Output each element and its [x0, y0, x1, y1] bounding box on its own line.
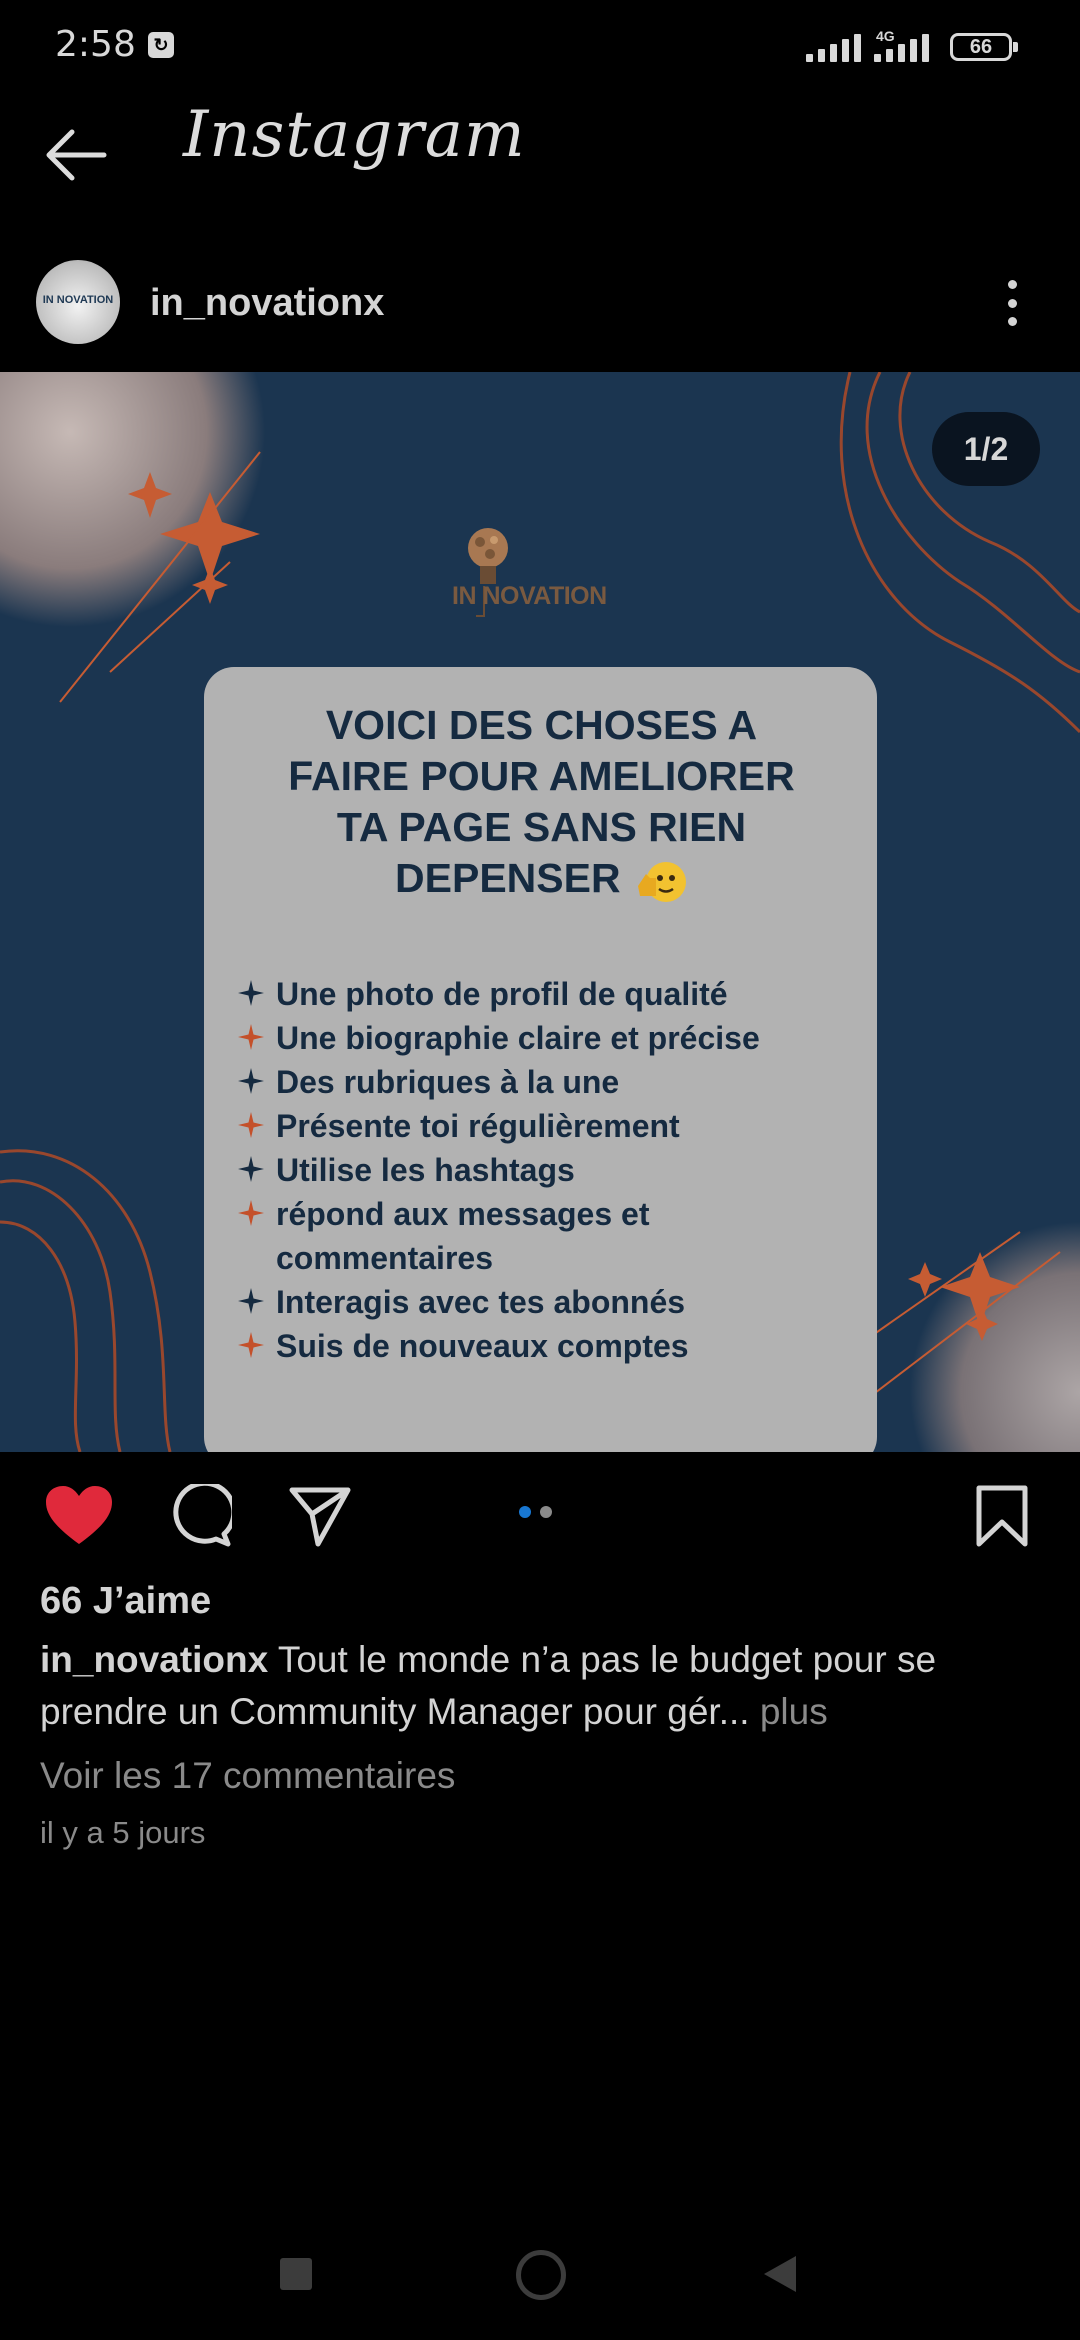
comment-icon — [173, 1480, 237, 1547]
star-bullet-icon — [226, 1148, 276, 1182]
post-date: il y a 5 jours — [40, 1815, 206, 1850]
post-username[interactable]: in_novationx — [150, 282, 384, 325]
recent-apps-button[interactable] — [280, 2258, 312, 2290]
share-button[interactable] — [288, 1484, 352, 1553]
more-options-icon[interactable] — [1006, 280, 1018, 326]
heart-icon — [46, 1486, 112, 1544]
share-icon — [289, 1487, 351, 1547]
tip-text: Interagis avec tes abonnés — [276, 1284, 686, 1320]
star-bullet-icon — [226, 1060, 276, 1094]
star-bullet-icon — [226, 1104, 276, 1138]
signal-icon — [806, 32, 861, 62]
star-bullet-icon — [226, 1192, 276, 1226]
tip-item: Interagis avec tes abonnés — [226, 1280, 856, 1324]
lightbulb-icon — [468, 528, 508, 617]
star-bullet-icon — [226, 972, 276, 1006]
carousel-counter: 1/2 — [932, 412, 1040, 486]
thumbs-up-emoji-icon — [632, 856, 688, 906]
card-title-line: FAIRE POUR AMELIORER — [288, 753, 795, 799]
save-button[interactable] — [974, 1484, 1030, 1553]
likes-count[interactable]: 66 J’aime — [40, 1580, 211, 1623]
tip-text: Une photo de profil de qualité — [276, 976, 728, 1012]
system-back-button[interactable] — [762, 2254, 798, 2299]
tips-list: Une photo de profil de qualité Une biogr… — [226, 972, 856, 1368]
tip-item: Présente toi régulièrement — [226, 1104, 856, 1148]
star-bullet-icon — [226, 1324, 276, 1358]
home-button[interactable] — [516, 2250, 566, 2300]
caption-username[interactable]: in_novationx — [40, 1639, 268, 1680]
status-bar: 2:58 ↻ 4G 66 — [0, 0, 1080, 95]
card-title: VOICI DES CHOSES A FAIRE POUR AMELIORER … — [214, 700, 869, 906]
star-bullet-icon — [226, 1280, 276, 1314]
comment-button[interactable] — [168, 1480, 237, 1553]
triangle-back-icon — [764, 2256, 796, 2292]
star-bullet-icon — [226, 1016, 276, 1050]
tip-text: Utilise les hashtags — [276, 1152, 575, 1188]
battery-tip — [1013, 42, 1018, 52]
card-title-word: DEPENSER — [395, 855, 621, 901]
carousel-dot — [540, 1506, 552, 1518]
tip-text: Des rubriques à la une — [276, 1064, 620, 1100]
post-caption[interactable]: in_novationx Tout le monde n’a pas le bu… — [40, 1634, 1050, 1738]
card-title-line: VOICI DES CHOSES A — [325, 702, 758, 748]
back-button[interactable] — [40, 120, 120, 190]
like-button[interactable] — [44, 1484, 114, 1553]
avatar[interactable]: IN NOVATION — [36, 260, 120, 344]
brand-logo-text: IN NOVATION — [452, 582, 607, 610]
tip-item: Une photo de profil de qualité — [226, 972, 856, 1016]
bookmark-icon — [976, 1485, 1028, 1547]
tip-item: répond aux messages et commentaires — [226, 1192, 856, 1280]
card-title-line: DEPENSER — [214, 853, 869, 906]
brand-logo — [440, 520, 650, 630]
back-arrow-icon — [46, 129, 107, 181]
view-comments-link[interactable]: Voir les 17 commentaires — [40, 1755, 455, 1797]
carousel-dots — [519, 1506, 552, 1518]
tip-text: Une biographie claire et précise — [276, 1020, 760, 1056]
status-time: 2:58 — [55, 24, 136, 65]
avatar-logo-text: IN NOVATION — [42, 294, 114, 306]
tip-item: Utilise les hashtags — [226, 1148, 856, 1192]
tip-text: Suis de nouveaux comptes — [276, 1328, 689, 1364]
signal-icon-2 — [874, 32, 929, 62]
card-title-line: TA PAGE SANS RIEN — [336, 804, 747, 850]
battery-icon: 66 — [950, 33, 1012, 61]
tip-text: Présente toi régulièrement — [276, 1108, 680, 1144]
tip-item: Une biographie claire et précise — [226, 1016, 856, 1060]
tip-item: Suis de nouveaux comptes — [226, 1324, 856, 1368]
tip-text: répond aux messages et commentaires — [276, 1196, 650, 1276]
instagram-logo: Instagram — [183, 98, 526, 172]
tip-item: Des rubriques à la une — [226, 1060, 856, 1104]
caption-more-link[interactable]: plus — [750, 1691, 828, 1732]
sync-icon: ↻ — [148, 32, 174, 58]
carousel-dot-active — [519, 1506, 531, 1518]
